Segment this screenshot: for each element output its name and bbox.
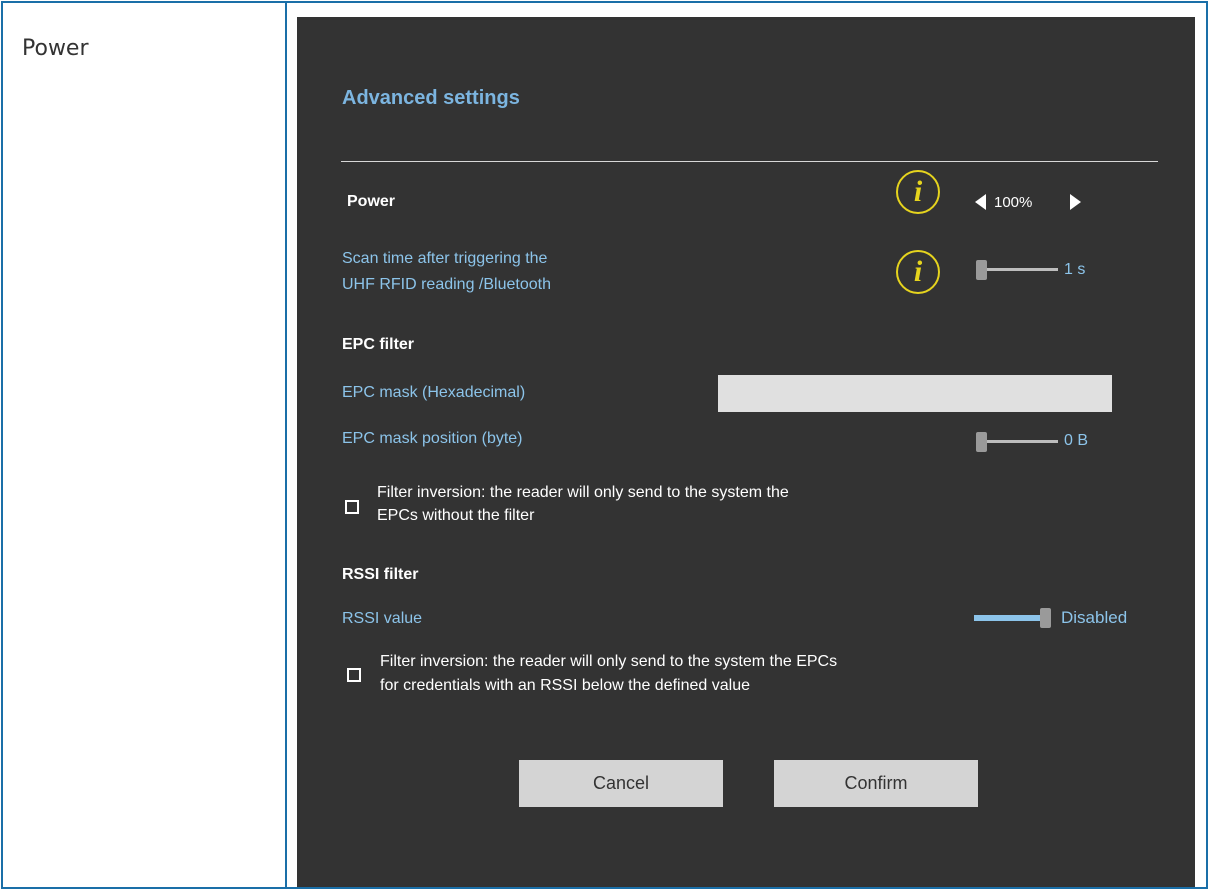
epc-mask-position-slider-track[interactable] bbox=[983, 440, 1058, 443]
dialog-title: Advanced settings bbox=[342, 87, 520, 109]
rssi-filter-heading: RSSI filter bbox=[342, 566, 419, 583]
rssi-slider-track[interactable] bbox=[974, 615, 1044, 621]
epc-filter-inversion-checkbox[interactable] bbox=[345, 500, 359, 514]
scan-time-value: 1 s bbox=[1064, 261, 1086, 278]
row-label: Power bbox=[22, 36, 89, 61]
power-increase-arrow-icon[interactable] bbox=[1070, 194, 1081, 210]
epc-mask-label: EPC mask (Hexadecimal) bbox=[342, 384, 526, 401]
title-divider bbox=[341, 161, 1158, 162]
scan-time-label-line2: UHF RFID reading /Bluetooth bbox=[342, 276, 551, 293]
epc-filter-heading: EPC filter bbox=[342, 336, 415, 353]
rssi-filter-inversion-line1: Filter inversion: the reader will only s… bbox=[380, 653, 838, 670]
power-decrease-arrow-icon[interactable] bbox=[975, 194, 986, 210]
epc-mask-position-slider-thumb[interactable] bbox=[976, 432, 987, 452]
table-left-cell: Power bbox=[3, 3, 287, 887]
epc-filter-inversion-line1: Filter inversion: the reader will only s… bbox=[377, 484, 789, 501]
rssi-filter-inversion-line2: for credentials with an RSSI below the d… bbox=[380, 677, 750, 694]
scan-time-slider-track[interactable] bbox=[983, 268, 1058, 271]
cancel-button[interactable]: Cancel bbox=[519, 760, 723, 807]
rssi-value-label: RSSI value bbox=[342, 610, 423, 627]
rssi-filter-inversion-checkbox[interactable] bbox=[347, 668, 361, 682]
scan-time-slider-thumb[interactable] bbox=[976, 260, 987, 280]
epc-mask-position-value: 0 B bbox=[1064, 432, 1089, 449]
epc-filter-inversion-line2: EPCs without the filter bbox=[377, 507, 535, 524]
scan-time-info-icon[interactable]: i bbox=[896, 250, 940, 294]
power-info-icon[interactable]: i bbox=[896, 170, 940, 214]
scan-time-label-line1: Scan time after triggering the bbox=[342, 250, 548, 267]
rssi-slider-thumb[interactable] bbox=[1040, 608, 1051, 628]
confirm-button[interactable]: Confirm bbox=[774, 760, 978, 807]
advanced-settings-dialog: Advanced settings Power i 100% Scan time… bbox=[297, 17, 1195, 887]
power-value: 100% bbox=[994, 194, 1033, 211]
power-label: Power bbox=[347, 193, 396, 210]
epc-mask-input[interactable] bbox=[718, 375, 1112, 412]
epc-mask-position-label: EPC mask position (byte) bbox=[342, 430, 523, 447]
rssi-value: Disabled bbox=[1061, 608, 1128, 627]
